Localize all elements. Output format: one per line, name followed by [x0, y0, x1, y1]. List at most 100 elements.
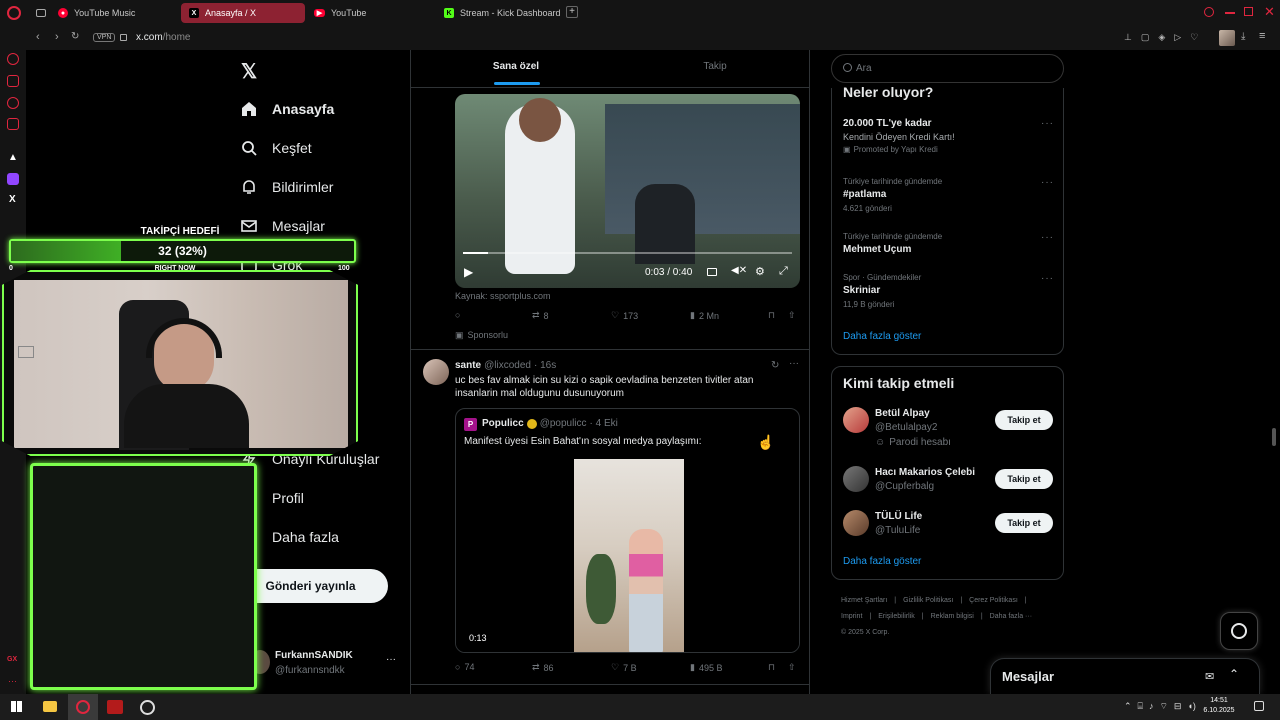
trend-more-icon[interactable]: ··· — [1041, 177, 1054, 188]
fullscreen-icon[interactable]: ⤢ — [779, 265, 788, 278]
network-icon[interactable]: ⊟ — [1174, 701, 1182, 712]
aria-icon[interactable] — [7, 53, 19, 65]
new-message-icon[interactable]: ✉ — [1205, 670, 1214, 683]
captions-icon[interactable] — [707, 268, 717, 276]
minimize-button[interactable] — [1225, 12, 1235, 14]
opera-taskbar-icon[interactable] — [68, 694, 98, 720]
download-icon[interactable]: ⤓ — [1241, 31, 1245, 42]
follow-suggestion[interactable]: TÜLÜ Life @TuluLife Takip et — [843, 510, 1055, 540]
post-author[interactable]: sante — [455, 360, 481, 371]
reload-icon[interactable]: ↻ — [71, 31, 79, 42]
notification-icon[interactable] — [1254, 701, 1264, 711]
trend-more-icon[interactable]: ··· — [1041, 273, 1054, 284]
post-more-icon[interactable]: ··· — [789, 358, 799, 369]
follow-button[interactable]: Takip et — [995, 410, 1053, 430]
share-button[interactable]: ⇧ — [788, 662, 796, 673]
menu-icon[interactable]: ≡ — [1259, 30, 1265, 42]
settings-gear-icon[interactable]: ⚙ — [755, 265, 765, 278]
gx-icon[interactable]: GX — [7, 656, 17, 663]
tab-x-home[interactable]: X Anasayfa / X — [181, 3, 305, 23]
play-icon[interactable]: ▶ — [464, 265, 473, 279]
post-handle[interactable]: @lixcoded — [484, 360, 531, 371]
footer-link[interactable]: Gizlilik Politikası — [903, 593, 953, 609]
more-sidebar-icon[interactable]: ··· — [8, 676, 17, 686]
quoted-post[interactable]: P Populicc @populicc · 4 Eki Manifest üy… — [455, 408, 800, 653]
footer-link[interactable]: Reklam bilgisi — [931, 609, 974, 625]
retweet-button[interactable]: ⇄ 8 — [532, 310, 549, 321]
follow-button[interactable]: Takip et — [995, 513, 1053, 533]
instagram-icon[interactable] — [7, 118, 19, 130]
wifi-icon[interactable]: ⌔ — [1159, 701, 1167, 712]
search-box[interactable]: Ara — [831, 54, 1064, 83]
kick-sidebar-icon[interactable]: ▲ — [8, 152, 18, 163]
maximize-button[interactable] — [1244, 7, 1253, 16]
messenger-icon[interactable] — [7, 97, 19, 109]
follow-button[interactable]: Takip et — [995, 469, 1053, 489]
nav-home[interactable]: Anasayfa — [240, 97, 334, 121]
twitch-icon[interactable] — [7, 173, 19, 185]
who-show-more[interactable]: Daha fazla göster — [843, 556, 921, 567]
close-window-button[interactable]: ✕ — [1264, 4, 1275, 20]
page-scrollbar[interactable] — [1272, 428, 1276, 446]
quote-video[interactable]: 0:13 — [456, 459, 799, 652]
url-field[interactable]: x.com/home — [136, 32, 190, 43]
windows-start-icon[interactable] — [11, 701, 22, 712]
reply-button[interactable]: ○ 74 — [455, 662, 474, 672]
snapshot-icon[interactable]: ▢ — [1141, 32, 1150, 43]
footer-link[interactable]: Çerez Politikası — [969, 593, 1018, 609]
x-logo-icon[interactable]: 𝕏 — [241, 59, 257, 84]
trend-item[interactable]: Spor · Gündemdekiler Skriniar 11,9 B gön… — [843, 273, 1055, 313]
ad-video[interactable]: ▶ 0:03 / 0:40 ◀✕ ⚙ ⤢ — [455, 94, 800, 288]
volume-icon[interactable]: ◖) — [1187, 701, 1195, 712]
x-sidebar-icon[interactable]: X — [9, 194, 16, 205]
nav-notifications[interactable]: Bildirimler — [240, 175, 333, 199]
tab-for-you[interactable]: Sana özel — [411, 50, 621, 88]
tab-youtube-music[interactable]: ● YouTube Music — [50, 3, 178, 23]
footer-link[interactable]: Imprint — [841, 609, 862, 625]
trend-more-icon[interactable]: ··· — [1041, 232, 1054, 243]
tray-expand-icon[interactable]: ⌃ — [1124, 701, 1132, 712]
obs-like-app-icon[interactable] — [107, 700, 123, 714]
workspaces-icon[interactable] — [36, 9, 46, 17]
back-icon[interactable]: ‹ — [36, 31, 40, 43]
tab-youtube[interactable]: ▶ YouTube — [306, 3, 434, 23]
vpn-badge[interactable]: VPN — [93, 33, 116, 42]
heart-icon[interactable]: ♡ — [1190, 32, 1198, 43]
post-avatar[interactable] — [423, 359, 449, 385]
mute-icon[interactable]: ◀✕ — [731, 265, 747, 276]
opera-logo-icon[interactable] — [7, 6, 21, 20]
retweet-button[interactable]: ⇄ 86 — [532, 662, 554, 673]
reply-button[interactable]: ○ — [455, 310, 460, 320]
bag-icon[interactable] — [7, 75, 19, 87]
tab-following[interactable]: Takip — [621, 50, 809, 88]
pin-icon[interactable]: ⊥ — [1124, 32, 1132, 43]
app-icon[interactable] — [140, 700, 155, 715]
views-button[interactable]: ▮ 2 Mn — [690, 310, 719, 321]
trends-show-more[interactable]: Daha fazla göster — [843, 331, 921, 342]
trend-item[interactable]: Türkiye tarihinde gündemde #patlama 4.62… — [843, 177, 1055, 217]
trend-item[interactable]: 20.000 TL'ye kadar Kendini Ödeyen Kredi … — [843, 118, 1055, 162]
footer-link[interactable]: Hizmet Şartları — [841, 593, 887, 609]
tab-kick-dashboard[interactable]: K Stream - Kick Dashboard — [436, 3, 562, 23]
more-icon[interactable]: ··· — [386, 654, 396, 665]
bookmark-button[interactable]: ⊓ — [768, 662, 775, 673]
profile-avatar[interactable] — [1219, 30, 1235, 46]
file-explorer-icon[interactable] — [43, 701, 57, 712]
search-tabs-icon[interactable] — [1204, 7, 1214, 17]
grok-fab[interactable] — [1220, 612, 1258, 650]
expand-icon[interactable]: ⌃ — [1229, 667, 1239, 681]
grok-post-icon[interactable]: ↻ — [771, 360, 779, 371]
share-button[interactable]: ⇧ — [788, 310, 796, 321]
like-button[interactable]: ♡ 173 — [611, 310, 638, 321]
shield-icon[interactable]: ◈ — [1158, 32, 1165, 43]
clock[interactable]: 14:51 6.10.2025 — [1198, 696, 1240, 716]
footer-link[interactable]: Daha fazla ··· — [990, 609, 1032, 625]
follow-suggestion[interactable]: Betül Alpay @Betulalpay2 ☺ Parodi hesabı … — [843, 407, 1055, 449]
trend-more-icon[interactable]: ··· — [1041, 118, 1054, 129]
usb-icon[interactable]: ⌸ — [1138, 701, 1143, 712]
trend-item[interactable]: Türkiye tarihinde gündemde Mehmet Uçum ·… — [843, 232, 1055, 262]
messages-drawer[interactable]: Mesajlar ✉ ⌃ — [990, 658, 1260, 694]
nav-explore[interactable]: Keşfet — [240, 136, 312, 160]
video-progress[interactable] — [463, 252, 792, 254]
bookmark-button[interactable]: ⊓ — [768, 310, 775, 321]
